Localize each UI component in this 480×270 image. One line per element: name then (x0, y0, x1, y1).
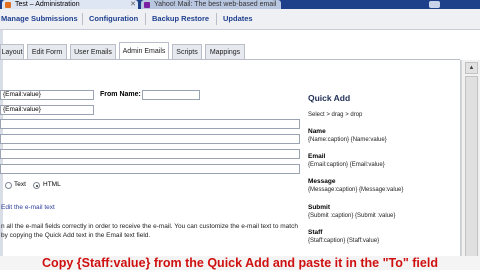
format-html-label: HTML (43, 181, 61, 188)
from-name-field[interactable] (142, 90, 200, 100)
edit-email-text-link[interactable]: Edit the e-mail text (1, 204, 55, 211)
form-tabs: Layout Edit Form User Emails Admin Email… (0, 40, 480, 60)
format-text-label: Text (14, 181, 26, 188)
subject-field[interactable] (0, 119, 300, 129)
quick-add-title: Quick Add (308, 93, 351, 103)
nav-manage-submissions[interactable]: Manage Submissions (1, 9, 78, 29)
admin-nav: Manage Submissions Configuration Backup … (0, 9, 480, 30)
browser-tab-admin[interactable]: Test – Administration ✕ (2, 0, 138, 9)
from-email-field[interactable]: {Email:value} (0, 105, 94, 115)
reply-to-field[interactable] (0, 164, 300, 174)
nav-divider (82, 13, 83, 25)
quick-add-field-name: Staff (308, 229, 323, 236)
cc-field[interactable] (0, 134, 300, 144)
nav-backup-restore[interactable]: Backup Restore (152, 9, 209, 29)
tutorial-caption: Copy {Staff:value} from the Quick Add an… (0, 256, 480, 270)
help-line: n all the e-mail fields correctly in ord… (1, 223, 298, 230)
quick-add-field-value[interactable]: {Email:caption} {Email:value} (308, 162, 385, 168)
nav-configuration[interactable]: Configuration (89, 9, 138, 29)
quick-add-field-name: Email (308, 153, 326, 160)
quick-add-field-name: Submit (308, 204, 331, 211)
browser-tab-label: Test – Administration (15, 1, 80, 8)
browser-tab-strip: Test – Administration ✕ Yahoo! Mail: The… (0, 0, 480, 9)
to-email-field[interactable]: {Email:value} (0, 90, 94, 100)
help-line: by copying the Quick Add text in the Ema… (1, 232, 151, 239)
nav-updates[interactable]: Updates (223, 9, 253, 29)
tab-user-emails[interactable]: User Emails (70, 44, 116, 59)
nav-divider (216, 13, 217, 25)
tab-edit-form[interactable]: Edit Form (27, 44, 67, 59)
quick-add-field-value[interactable]: {Submit :caption} {Submit :value} (308, 213, 395, 219)
scroll-up-icon[interactable]: ▲ (465, 62, 478, 74)
joomla-favicon-icon (5, 2, 11, 8)
admin-emails-panel: {Email:value} From Name: {Email:value} T… (0, 60, 461, 270)
quick-add-field-value[interactable]: {Name:caption} {Name:value} (308, 137, 387, 143)
tab-scripts[interactable]: Scripts (172, 44, 202, 59)
close-icon[interactable]: ✕ (130, 0, 136, 9)
quick-add-hint: Select > drag > drop (308, 112, 363, 118)
quick-add-field-value[interactable]: {Message:caption} {Message:value} (308, 187, 403, 193)
tab-admin-emails[interactable]: Admin Emails (119, 42, 169, 60)
from-name-label: From Name: (100, 91, 141, 98)
help-text: n all the e-mail fields correctly in ord… (1, 222, 301, 240)
vertical-scrollbar[interactable]: ▲ ▼ (461, 60, 480, 270)
caption-text: Copy {Staff:value} from the Quick Add an… (42, 256, 438, 270)
quick-add-field-name: Name (308, 128, 326, 135)
quick-add-field-name: Message (308, 178, 336, 185)
quick-add-field-value[interactable]: {Staff:caption} {Staff:value} (308, 238, 379, 244)
bcc-field[interactable] (0, 149, 300, 159)
tab-mappings[interactable]: Mappings (205, 44, 245, 59)
tab-layout[interactable]: Layout (0, 44, 24, 59)
new-tab-button[interactable] (429, 1, 440, 8)
format-html-radio[interactable] (33, 182, 40, 189)
yahoo-favicon-icon (144, 2, 150, 8)
browser-tab-label: Yahoo! Mail: The best web-based email (154, 1, 277, 8)
browser-tab-yahoo[interactable]: Yahoo! Mail: The best web-based email (141, 0, 281, 9)
nav-divider (145, 13, 146, 25)
format-text-radio[interactable] (5, 182, 12, 189)
scrollbar-thumb[interactable] (465, 76, 478, 260)
